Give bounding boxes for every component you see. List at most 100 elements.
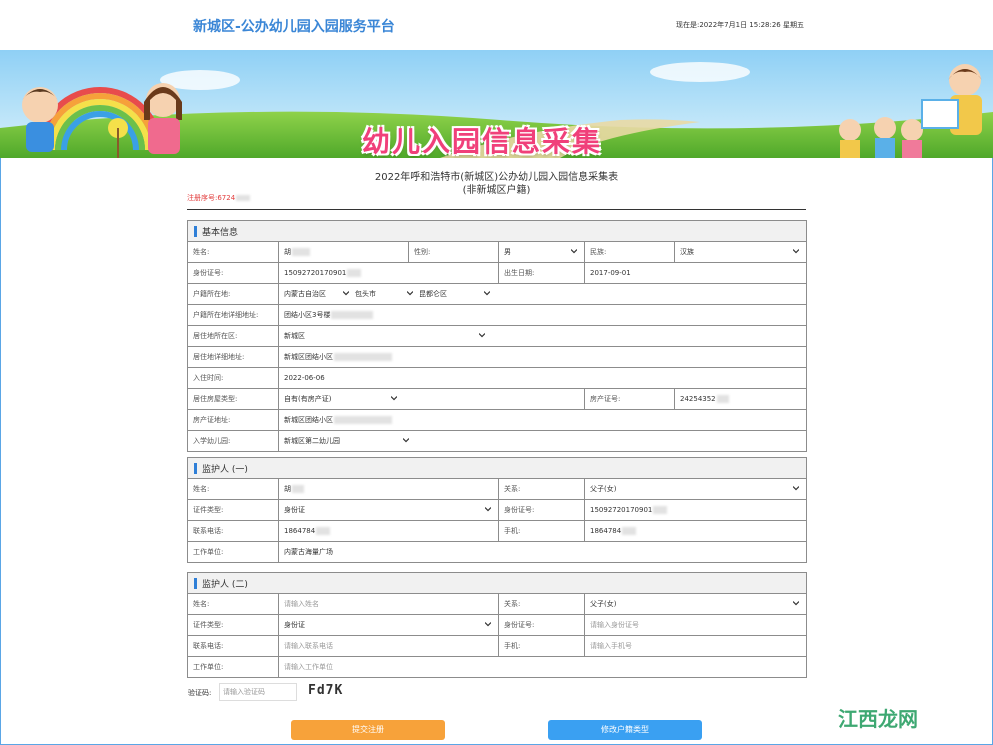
gender-select[interactable]: 男 xyxy=(498,242,584,262)
g2-relation-select[interactable]: 父子(女) xyxy=(584,594,806,614)
child-id-field[interactable]: 15092720170901 xyxy=(278,263,498,283)
g2-id-label: 身份证号: xyxy=(498,615,584,635)
g2-mobile-label: 手机: xyxy=(498,636,584,656)
gender-label: 性别: xyxy=(408,242,498,262)
section-header: 基本信息 xyxy=(188,221,806,242)
section-title: 基本信息 xyxy=(202,228,239,238)
g2-idtype-label: 证件类型: xyxy=(193,621,224,629)
house-type-label: 居住房屋类型: xyxy=(193,395,238,403)
g1-idtype-select[interactable]: 身份证 xyxy=(278,500,498,520)
residence-district-select[interactable]: 新城区 xyxy=(278,326,806,346)
g1-name-field[interactable]: 胡 xyxy=(278,479,498,499)
modify-hukou-type-button[interactable]: 修改户籍类型 xyxy=(548,720,702,740)
chevron-down-icon xyxy=(343,291,349,296)
g2-idtype-select[interactable]: 身份证 xyxy=(278,615,498,635)
captcha-input[interactable]: 请输入验证码 xyxy=(219,683,297,701)
section-title: 监护人 (一) xyxy=(202,465,248,475)
g1-mobile-field[interactable]: 1864784 xyxy=(584,521,806,541)
row-id-birth: 身份证号: 15092720170901 出生日期: 2017-09-01 xyxy=(188,263,806,284)
banner-title: 幼儿入园信息采集 xyxy=(362,125,603,158)
divider xyxy=(187,209,806,210)
g1-mobile-label: 手机: xyxy=(498,521,584,541)
child-girl-icon xyxy=(144,83,182,154)
cert-number-field[interactable]: 24254352 xyxy=(674,389,806,409)
site-title: 新城区-公办幼儿园入园服务平台 xyxy=(193,19,395,35)
top-bar: 新城区-公办幼儿园入园服务平台 现在是:2022年7月1日 15:28:26 星… xyxy=(0,0,993,50)
chevron-down-icon xyxy=(403,438,409,443)
g1-id-field[interactable]: 15092720170901 xyxy=(584,500,806,520)
row-g1-name: 姓名: 胡 关系: 父子(女) xyxy=(188,479,806,500)
g1-name-label: 姓名: xyxy=(193,485,210,493)
cert-number-label: 房产证号: xyxy=(584,389,674,409)
g2-phone-label: 联系电话: xyxy=(193,642,224,650)
section-marker xyxy=(194,226,197,237)
g1-id-label: 身份证号: xyxy=(498,500,584,520)
guardian-one-section: 监护人 (一) 姓名: 胡 关系: 父子(女) 证件类型: 身份证 身份证号: … xyxy=(187,457,807,563)
chevron-down-icon xyxy=(485,622,491,627)
hukou-address-field[interactable]: 团结小区3号楼 xyxy=(278,305,806,325)
g1-phone-label: 联系电话: xyxy=(193,527,224,535)
watermark-logo: 江西龙网 xyxy=(838,707,918,731)
g1-idtype-label: 证件类型: xyxy=(193,506,224,514)
chevron-down-icon xyxy=(407,291,413,296)
g1-work-label: 工作单位: xyxy=(193,548,224,556)
row-g2-id: 证件类型: 身份证 身份证号: 请输入身份证号 xyxy=(188,615,806,636)
hukou-city-select[interactable]: 包头市 xyxy=(355,284,376,304)
registration-number: 注册序号:6724 xyxy=(187,193,251,203)
chevron-down-icon xyxy=(484,291,490,296)
g2-relation-label: 关系: xyxy=(498,594,584,614)
banner: 幼儿入园信息采集 xyxy=(0,50,993,158)
ethnic-select[interactable]: 汉族 xyxy=(674,242,806,262)
row-g1-phone: 联系电话: 1864784 手机: 1864784 xyxy=(188,521,806,542)
g1-relation-select[interactable]: 父子(女) xyxy=(584,479,806,499)
section-header: 监护人 (二) xyxy=(188,573,806,594)
birth-date-field[interactable]: 2017-09-01 xyxy=(584,263,806,283)
g2-id-field[interactable]: 请输入身份证号 xyxy=(584,615,806,635)
row-hukou: 户籍所在地: 内蒙古自治区 包头市 昆都仑区 xyxy=(188,284,806,305)
cert-address-label: 房产证地址: xyxy=(193,416,231,424)
g1-phone-field[interactable]: 1864784 xyxy=(278,521,498,541)
submit-button[interactable]: 提交注册 xyxy=(291,720,445,740)
row-g2-phone: 联系电话: 请输入联系电话 手机: 请输入手机号 xyxy=(188,636,806,657)
chevron-down-icon xyxy=(571,249,577,254)
name-label: 姓名: xyxy=(193,248,210,256)
form-subtitle: (非新城区户籍) xyxy=(462,185,531,196)
g2-work-label: 工作单位: xyxy=(193,663,224,671)
captcha-image[interactable]: Fd7K xyxy=(308,683,343,698)
row-name-gender-ethnic: 姓名: 胡 性别: 男 民族: 汉族 xyxy=(188,242,806,263)
row-g1-id: 证件类型: 身份证 身份证号: 15092720170901 xyxy=(188,500,806,521)
cert-address-field[interactable]: 新城区团结小区 xyxy=(278,410,806,430)
current-datetime: 现在是:2022年7月1日 15:28:26 星期五 xyxy=(676,21,804,29)
row-kindergarten: 入学幼儿园: 新城区第二幼儿园 xyxy=(188,431,806,451)
hukou-selects: 内蒙古自治区 包头市 昆都仑区 xyxy=(278,284,806,304)
g2-name-label: 姓名: xyxy=(193,600,210,608)
hukou-district-select[interactable]: 昆都仑区 xyxy=(419,284,447,304)
id-label: 身份证号: xyxy=(193,269,224,277)
hukou-label: 户籍所在地: xyxy=(193,290,231,298)
basic-info-section: 基本信息 姓名: 胡 性别: 男 民族: 汉族 身份证号: 1509272017… xyxy=(187,220,807,452)
chevron-down-icon xyxy=(485,507,491,512)
section-title: 监护人 (二) xyxy=(202,580,248,590)
row-cert-address: 房产证地址: 新城区团结小区 xyxy=(188,410,806,431)
movein-date-field[interactable]: 2022-06-06 xyxy=(278,368,806,388)
g2-name-field[interactable]: 请输入姓名 xyxy=(278,594,498,614)
g1-relation-label: 关系: xyxy=(498,479,584,499)
ethnic-label: 民族: xyxy=(584,242,674,262)
chevron-down-icon xyxy=(793,486,799,491)
residence-address-field[interactable]: 新城区团结小区 xyxy=(278,347,806,367)
chevron-down-icon xyxy=(793,249,799,254)
house-type-select[interactable]: 自有(有房产证) xyxy=(278,389,584,409)
child-name-field[interactable]: 胡 xyxy=(278,242,408,262)
chevron-down-icon xyxy=(391,396,397,401)
g2-work-field[interactable]: 请输入工作单位 xyxy=(278,657,806,677)
section-header: 监护人 (一) xyxy=(188,458,806,479)
g2-mobile-field[interactable]: 请输入手机号 xyxy=(584,636,806,656)
hukou-region-select[interactable]: 内蒙古自治区 xyxy=(284,284,326,304)
chevron-down-icon xyxy=(793,601,799,606)
movein-label: 入住时间: xyxy=(193,374,224,382)
g1-work-field[interactable]: 内蒙古海量广场 xyxy=(278,542,806,562)
kindergarten-select[interactable]: 新城区第二幼儿园 xyxy=(278,431,806,451)
row-residence-address: 居住地详细地址: 新城区团结小区 xyxy=(188,347,806,368)
g2-phone-field[interactable]: 请输入联系电话 xyxy=(278,636,498,656)
row-hukou-address: 户籍所在地详细地址: 团结小区3号楼 xyxy=(188,305,806,326)
